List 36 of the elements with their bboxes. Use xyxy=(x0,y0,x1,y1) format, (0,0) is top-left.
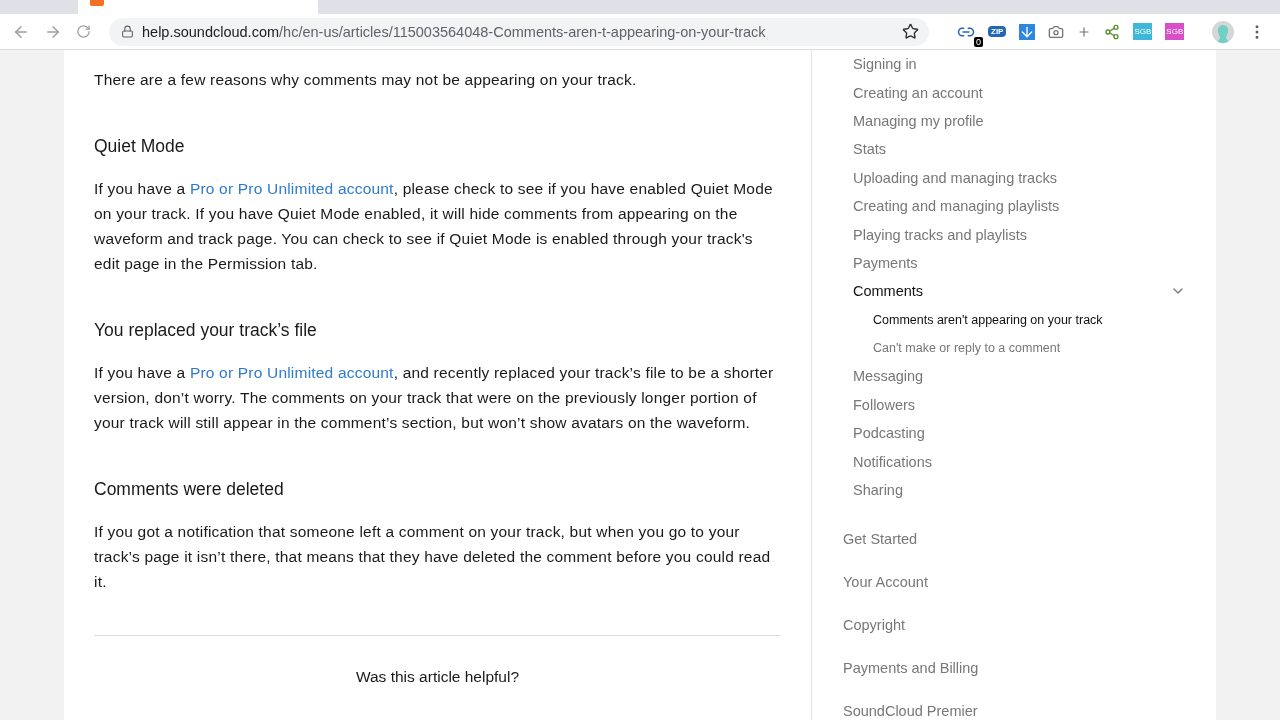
sidebar-link[interactable]: Managing my profile xyxy=(843,106,1186,136)
intro-paragraph: There are a few reasons why comments may not be appearing on your track. xyxy=(94,70,638,90)
sidebar-link[interactable]: Followers xyxy=(843,390,1186,420)
sgb-extension[interactable]: SGB xyxy=(1165,23,1185,40)
section-heading: Comments were deleted xyxy=(94,478,285,501)
zip-extension[interactable]: ZIP xyxy=(988,26,1007,37)
sidebar-link[interactable]: Playing tracks and playlists xyxy=(843,220,1186,249)
account-link[interactable]: Pro or Pro Unlimited account xyxy=(189,180,394,197)
body-paragraph: If you have a Pro or Pro Unlimited account, and recently replaced your track’s file to be a shorter version, don’t worry. The comments on your track that were on the previously longer portion of your track will still appear in the comment’s section, but won’t show avatars on the waveform. xyxy=(94,363,775,433)
sidebar-link[interactable]: Notifications xyxy=(843,447,1186,476)
body-paragraph: If you have a Pro or Pro Unlimited account, please check to see if you have enabled Quiet Mode on your track. If you have Quiet Mode enabled, it will hide comments from appearing on the waveform and track page. You can check to see if Quiet Mode is enabled through your track's edit page in the Permission tab. xyxy=(94,179,774,274)
section-heading: Quiet Mode xyxy=(94,135,186,158)
section-heading: You replaced your track’s file xyxy=(94,319,318,342)
category-link[interactable]: Your Account xyxy=(843,574,1186,591)
sidebar-link[interactable]: Creating and managing playlists xyxy=(843,191,1186,221)
sidebar-link[interactable]: Comments aren't appearing on your track xyxy=(843,305,1186,334)
sidebar-link[interactable]: Messaging xyxy=(843,362,1186,391)
address-bar[interactable]: help.soundcloud.com/hc/en-us/articles/115003564048-Comments-aren-t-appearing-on-your-track xyxy=(109,17,929,46)
sidebar-link[interactable]: Can't make or reply to a comment xyxy=(843,333,1186,363)
body-paragraph: If you got a notification that someone left a comment on your track, but when you go to your track’s page it isn’t there, that means that they have deleted the comment before you could read it. xyxy=(94,522,772,592)
sidebar-link[interactable]: Uploading and managing tracks xyxy=(843,163,1186,192)
account-link[interactable]: Pro or Pro Unlimited account xyxy=(189,364,394,381)
sidebar-link[interactable]: Comments xyxy=(843,277,1186,306)
extension-badge: 0 xyxy=(974,36,983,47)
category-link[interactable]: Payments and Billing xyxy=(843,660,1186,677)
url-text: help.soundcloud.com/hc/en-us/articles/115003564048-Comments-aren-t-appearing-on-your-track xyxy=(142,23,767,40)
sidebar-link[interactable]: Signing in xyxy=(843,50,1186,79)
sidebar-link[interactable]: Podcasting xyxy=(843,419,1186,448)
feedback-question: Was this article helpful? xyxy=(354,668,521,686)
sidebar-link[interactable]: Stats xyxy=(843,135,1186,164)
category-link[interactable]: SoundCloud Premier xyxy=(843,703,1186,720)
sidebar-link[interactable]: Sharing xyxy=(843,475,1186,505)
sidebar-link[interactable]: Payments xyxy=(843,248,1186,278)
category-link[interactable]: Get Started xyxy=(843,531,1186,548)
sidebar-link[interactable]: Creating an account xyxy=(843,78,1186,107)
category-link[interactable]: Copyright xyxy=(843,617,1186,634)
